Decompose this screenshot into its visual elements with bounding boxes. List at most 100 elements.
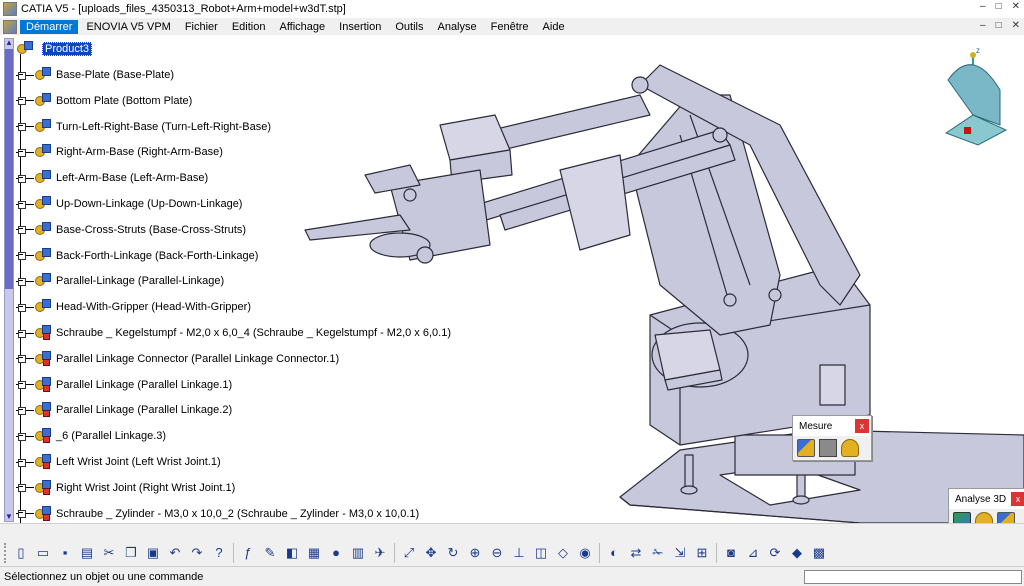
tree-node[interactable]: Right Wrist Joint (Right Wrist Joint.1) [16, 478, 235, 498]
expand-toggle-icon[interactable] [16, 329, 34, 338]
ungroup-icon[interactable]: ⊞ [693, 544, 711, 562]
fly-mode-icon[interactable]: ✈ [371, 544, 389, 562]
expand-toggle-icon[interactable] [16, 432, 34, 441]
whats-this-icon[interactable]: ? [210, 544, 228, 562]
menu-analyse[interactable]: Analyse [431, 20, 482, 34]
refresh-icon[interactable]: ⟳ [766, 544, 784, 562]
tree-node[interactable]: Schraube _ Kegelstumpf - M2,0 x 6,0_4 (S… [16, 323, 451, 343]
expand-toggle-icon[interactable] [16, 484, 34, 493]
tree-node[interactable]: Head-With-Gripper (Head-With-Gripper) [16, 297, 251, 317]
tree-node-label[interactable]: Turn-Left-Right-Base (Turn-Left-Right-Ba… [56, 121, 271, 133]
tree-node[interactable]: Parallel Linkage Connector (Parallel Lin… [16, 349, 339, 369]
tree-node[interactable]: Left-Arm-Base (Left-Arm-Base) [16, 168, 208, 188]
lock-icon[interactable]: ● [327, 544, 345, 562]
swap-icon[interactable]: ⇄ [627, 544, 645, 562]
expand-toggle-icon[interactable] [16, 200, 34, 209]
document-menu-icon[interactable] [3, 19, 17, 34]
menu-outils[interactable]: Outils [389, 20, 429, 34]
tree-node[interactable]: Turn-Left-Right-Base (Turn-Left-Right-Ba… [16, 117, 271, 137]
shading-icon[interactable]: ◉ [576, 544, 594, 562]
tree-node[interactable]: Base-Plate (Base-Plate) [16, 65, 174, 85]
toolbar-grip[interactable] [4, 543, 8, 563]
menu-insertion[interactable]: Insertion [333, 20, 387, 34]
grid-icon[interactable]: ▩ [810, 544, 828, 562]
expand-toggle-icon[interactable] [16, 174, 34, 183]
doc-minimize-button[interactable]: – [980, 20, 986, 31]
redo-icon[interactable]: ↷ [188, 544, 206, 562]
tree-node-label[interactable]: Left Wrist Joint (Left Wrist Joint.1) [56, 456, 221, 468]
expand-toggle-icon[interactable] [16, 71, 34, 80]
tree-node[interactable]: Parallel Linkage (Parallel Linkage.2) [16, 400, 232, 420]
cut-icon[interactable]: ✂ [100, 544, 118, 562]
iso-view-icon[interactable]: ◇ [554, 544, 572, 562]
robot-arm-model[interactable] [300, 35, 1024, 523]
tree-node[interactable]: Parallel-Linkage (Parallel-Linkage) [16, 271, 224, 291]
measure-item-icon[interactable] [819, 439, 837, 457]
catalog-icon[interactable]: ▦ [305, 544, 323, 562]
zoom-in-icon[interactable]: ⊕ [466, 544, 484, 562]
tree-node[interactable]: Base-Cross-Struts (Base-Cross-Struts) [16, 220, 246, 240]
menu-affichage[interactable]: Affichage [273, 20, 331, 34]
scissors-icon[interactable]: ✁ [649, 544, 667, 562]
tree-node-label[interactable]: Head-With-Gripper (Head-With-Gripper) [56, 301, 251, 313]
comment-icon[interactable]: ✎ [261, 544, 279, 562]
expand-toggle-icon[interactable] [16, 277, 34, 286]
tree-scrollbar-thumb[interactable] [5, 49, 13, 289]
tree-node-label[interactable]: Parallel Linkage (Parallel Linkage.2) [56, 404, 232, 416]
expand-toggle-icon[interactable] [16, 252, 34, 261]
pan-icon[interactable]: ✥ [422, 544, 440, 562]
analyse-close-button[interactable]: x [1011, 492, 1024, 506]
expand-toggle-icon[interactable] [16, 148, 34, 157]
save-icon[interactable]: ▪ [56, 544, 74, 562]
tree-scrollbar[interactable]: ▲ ▼ [4, 38, 14, 522]
tree-node[interactable]: Left Wrist Joint (Left Wrist Joint.1) [16, 452, 221, 472]
menu-fichier[interactable]: Fichier [179, 20, 224, 34]
tree-node[interactable]: Back-Forth-Linkage (Back-Forth-Linkage) [16, 246, 258, 266]
scroll-down-icon[interactable]: ▼ [4, 512, 14, 522]
expand-toggle-icon[interactable] [16, 510, 34, 519]
fit-all-icon[interactable]: ⤢ [400, 544, 418, 562]
tree-node[interactable]: Parallel Linkage (Parallel Linkage.1) [16, 375, 232, 395]
tree-node[interactable]: Bottom Plate (Bottom Plate) [16, 91, 192, 111]
tree-node-label[interactable]: Up-Down-Linkage (Up-Down-Linkage) [56, 198, 242, 210]
tree-root-label[interactable]: Product3 [42, 42, 93, 56]
menu-enovia[interactable]: ENOVIA V5 VPM [80, 20, 176, 34]
expand-toggle-icon[interactable] [16, 303, 34, 312]
maximize-button[interactable]: □ [996, 1, 1002, 12]
tree-node[interactable]: Right-Arm-Base (Right-Arm-Base) [16, 142, 223, 162]
knowledge-icon[interactable]: ◧ [283, 544, 301, 562]
open-folder-icon[interactable]: ▭ [34, 544, 52, 562]
command-input[interactable] [804, 570, 1022, 584]
menu-aide[interactable]: Aide [537, 20, 571, 34]
mesure-toolbar-title[interactable]: Mesure x [793, 416, 871, 436]
zoom-out-icon[interactable]: ⊖ [488, 544, 506, 562]
tree-node-label[interactable]: _6 (Parallel Linkage.3) [56, 430, 166, 442]
table-icon[interactable]: ▥ [349, 544, 367, 562]
camera-icon[interactable]: ◙ [722, 544, 740, 562]
multi-view-icon[interactable]: ◫ [532, 544, 550, 562]
tree-node-label[interactable]: Left-Arm-Base (Left-Arm-Base) [56, 172, 208, 184]
menu-demarrer[interactable]: Démarrer [20, 19, 79, 34]
tree-node-label[interactable]: Back-Forth-Linkage (Back-Forth-Linkage) [56, 250, 258, 262]
tree-node-label[interactable]: Right Wrist Joint (Right Wrist Joint.1) [56, 482, 235, 494]
tree-node[interactable]: Schraube _ Zylinder - M3,0 x 10,0_2 (Sch… [16, 504, 419, 524]
expand-toggle-icon[interactable] [16, 226, 34, 235]
paste-icon[interactable]: ▣ [144, 544, 162, 562]
tree-root[interactable]: Product3 [16, 41, 93, 57]
expand-toggle-icon[interactable] [16, 458, 34, 467]
compass-widget[interactable]: z [938, 45, 1008, 155]
undo-icon[interactable]: ↶ [166, 544, 184, 562]
tree-node-label[interactable]: Base-Plate (Base-Plate) [56, 69, 174, 81]
tree-node-label[interactable]: Parallel-Linkage (Parallel-Linkage) [56, 275, 224, 287]
normal-view-icon[interactable]: ⊥ [510, 544, 528, 562]
tree-node-label[interactable]: Base-Cross-Struts (Base-Cross-Struts) [56, 224, 246, 236]
measure-icon[interactable]: ⊿ [744, 544, 762, 562]
menu-fenetre[interactable]: Fenêtre [485, 20, 535, 34]
hide-show-icon[interactable]: ◐ [605, 544, 623, 562]
expand-toggle-icon[interactable] [16, 97, 34, 106]
menu-edition[interactable]: Edition [226, 20, 272, 34]
tree-node-label[interactable]: Parallel Linkage (Parallel Linkage.1) [56, 379, 232, 391]
tree-node-label[interactable]: Right-Arm-Base (Right-Arm-Base) [56, 146, 223, 158]
expand-toggle-icon[interactable] [16, 355, 34, 364]
measure-inertia-icon[interactable] [841, 439, 859, 457]
